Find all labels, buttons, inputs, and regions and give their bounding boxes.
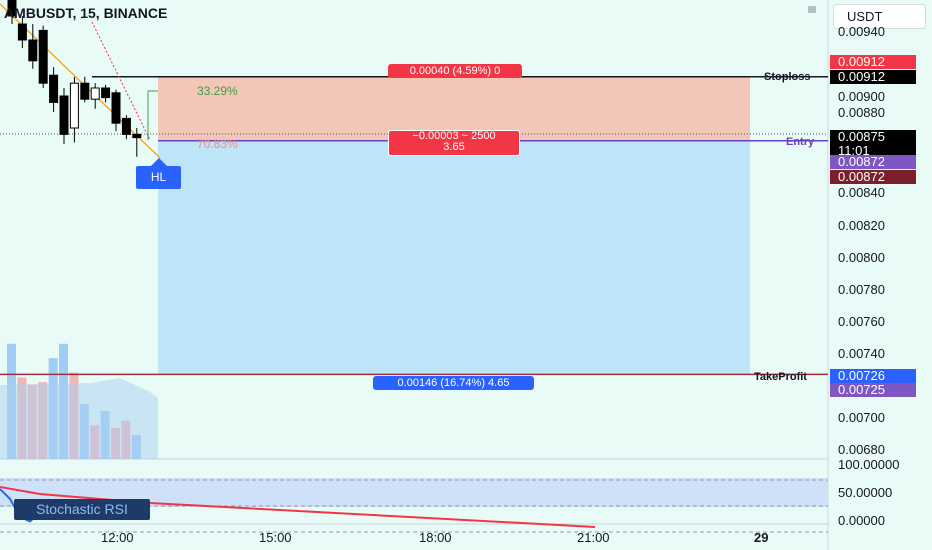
price-tick: 0.00880	[838, 105, 885, 120]
price-tick: 0.00780	[838, 282, 885, 297]
take-profit-price-tag: 0.00726	[830, 369, 916, 383]
candle-body	[132, 133, 142, 139]
price-tick: 0.00840	[838, 185, 885, 200]
entry-level-tag: 0.00872	[830, 170, 916, 184]
time-tick: 21:00	[577, 530, 610, 545]
price-tick: 0.00900	[838, 89, 885, 104]
stop-range-box[interactable]: 0.00040 (4.59%) 0	[388, 64, 522, 78]
symbol-title[interactable]: AMBUSDT, 15, BINANCE	[4, 5, 167, 21]
price-tick: 0.00800	[838, 250, 885, 265]
price-tick: 0.00940	[838, 24, 885, 39]
profit-bracket	[147, 90, 158, 140]
candle-body	[17, 23, 27, 41]
lower-percent-label: 70.83%	[197, 137, 238, 151]
dotted-trendline	[91, 21, 151, 141]
candle-body	[90, 87, 100, 100]
position-zones	[158, 76, 750, 375]
candle-body	[80, 82, 90, 100]
hl-marker-pointer	[151, 158, 167, 166]
collapse-legend-icon[interactable]	[808, 6, 816, 13]
price-tick: 0.00700	[838, 410, 885, 425]
stoch-tick: 0.00000	[838, 513, 885, 528]
take-profit-label[interactable]: TakeProfit	[754, 371, 807, 383]
candle-body	[69, 82, 79, 129]
candlesticks	[7, 0, 142, 157]
stoploss-level-tag: 0.00912	[830, 70, 916, 84]
entry-range-box[interactable]: −0.00003 ~ 2500 3.65	[388, 130, 520, 156]
candle-body	[111, 92, 121, 124]
candle-body	[101, 87, 111, 99]
candle-body	[49, 74, 59, 103]
take-profit-low-tag: 0.00725	[830, 383, 916, 397]
time-tick: 12:00	[101, 530, 134, 545]
stoploss-price-tag: 0.00912	[830, 55, 916, 69]
last-price-tag: 0.00875	[830, 130, 916, 144]
entry-price-tag: 0.00872	[830, 155, 916, 169]
time-tick: 15:00	[259, 530, 292, 545]
entry-label[interactable]: Entry	[786, 136, 814, 148]
volume-ma-area	[0, 378, 158, 459]
trading-chart[interactable]: AMBUSDT, 15, BINANCE USDT 0.00940 0.0090…	[0, 0, 932, 550]
target-zone	[158, 140, 750, 375]
stoch-tick: 50.00000	[838, 485, 893, 500]
stoch-tick: 100.00000	[838, 457, 900, 472]
upper-percent-label: 33.29%	[197, 84, 238, 98]
candle-body	[28, 39, 38, 62]
price-tick: 0.00760	[838, 314, 885, 329]
time-tick: 29	[754, 530, 769, 545]
time-tick: 18:00	[419, 530, 452, 545]
candle-body	[38, 29, 48, 84]
candle-body	[121, 117, 131, 135]
price-tick: 0.00820	[838, 218, 885, 233]
price-tick: 0.00740	[838, 346, 885, 361]
target-range-box[interactable]: 0.00146 (16.74%) 4.65	[373, 376, 534, 390]
hl-marker[interactable]: HL	[136, 166, 181, 189]
price-tick: 0.00680	[838, 442, 885, 457]
stoploss-label[interactable]: Stoploss	[764, 71, 810, 83]
entry-range-line2: 3.65	[443, 141, 465, 153]
volume-bars	[0, 343, 158, 459]
stochastic-rsi-legend[interactable]: Stochastic RSI	[14, 499, 150, 520]
candle-body	[59, 95, 69, 135]
